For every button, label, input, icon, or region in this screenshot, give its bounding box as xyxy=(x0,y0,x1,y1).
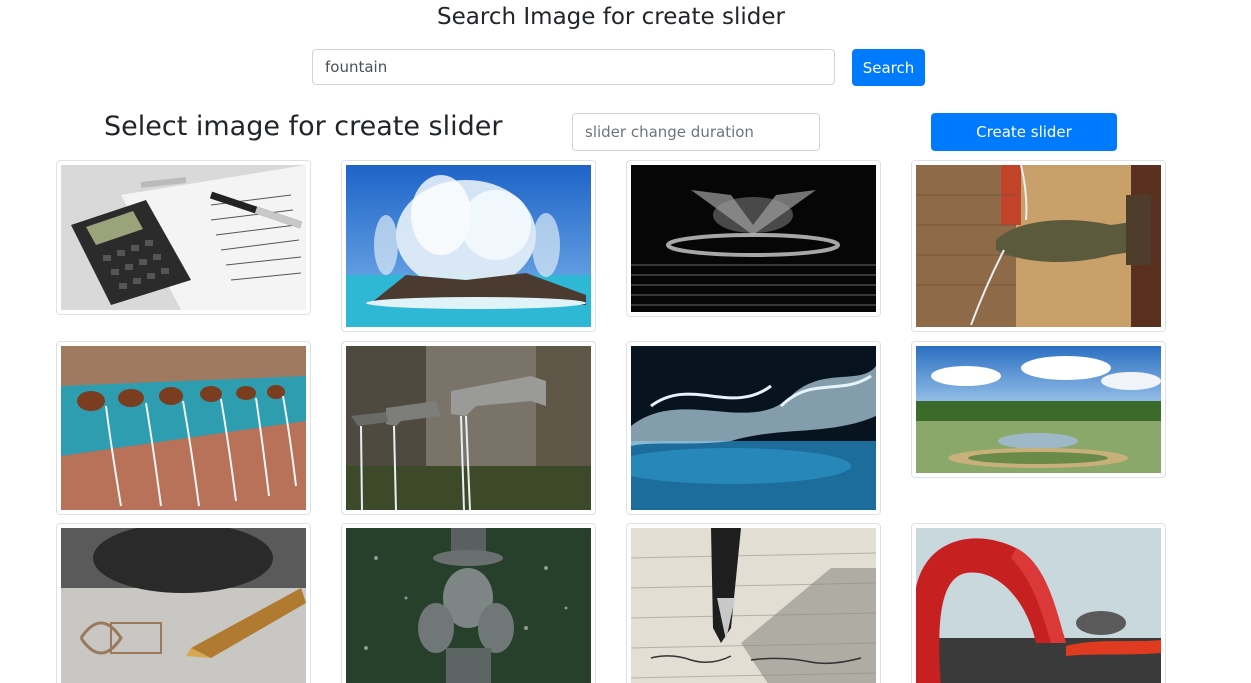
search-input[interactable] xyxy=(312,49,835,85)
image-hand-fountain[interactable] xyxy=(911,160,1166,332)
calculator-photo xyxy=(61,165,306,310)
create-slider-button[interactable]: Create slider xyxy=(931,113,1117,151)
statue-fountain-photo xyxy=(346,528,591,683)
image-lava-fountain[interactable] xyxy=(911,523,1166,683)
search-button[interactable]: Search xyxy=(852,49,925,86)
image-calculator[interactable] xyxy=(56,160,311,315)
image-water-splash[interactable] xyxy=(626,341,881,515)
image-garden-fountain[interactable] xyxy=(911,341,1166,478)
water-splash-photo xyxy=(631,346,876,510)
image-fountain-pen-logo[interactable] xyxy=(56,523,311,683)
image-fountain-splash[interactable] xyxy=(341,160,596,332)
hand-fountain-photo xyxy=(916,165,1161,327)
slider-duration-input[interactable] xyxy=(572,113,820,151)
fountain-pen-logo-photo xyxy=(61,528,306,683)
lava-fountain-photo xyxy=(916,528,1161,683)
image-statue-fountain[interactable] xyxy=(341,523,596,683)
image-night-fountain[interactable] xyxy=(626,160,881,317)
night-fountain-photo xyxy=(631,165,876,312)
garden-fountain-photo xyxy=(916,346,1161,473)
fountain-splash-photo xyxy=(346,165,591,327)
select-image-title: Select image for create slider xyxy=(104,111,503,142)
image-rusty-spouts[interactable] xyxy=(56,341,311,515)
image-faucets[interactable] xyxy=(341,341,596,515)
search-title: Search Image for create slider xyxy=(437,4,785,30)
faucets-photo xyxy=(346,346,591,510)
pen-writing-photo xyxy=(631,528,876,683)
image-pen-writing[interactable] xyxy=(626,523,881,683)
rusty-spouts-photo xyxy=(61,346,306,510)
page: Search Image for create slider Search Se… xyxy=(0,0,1251,683)
